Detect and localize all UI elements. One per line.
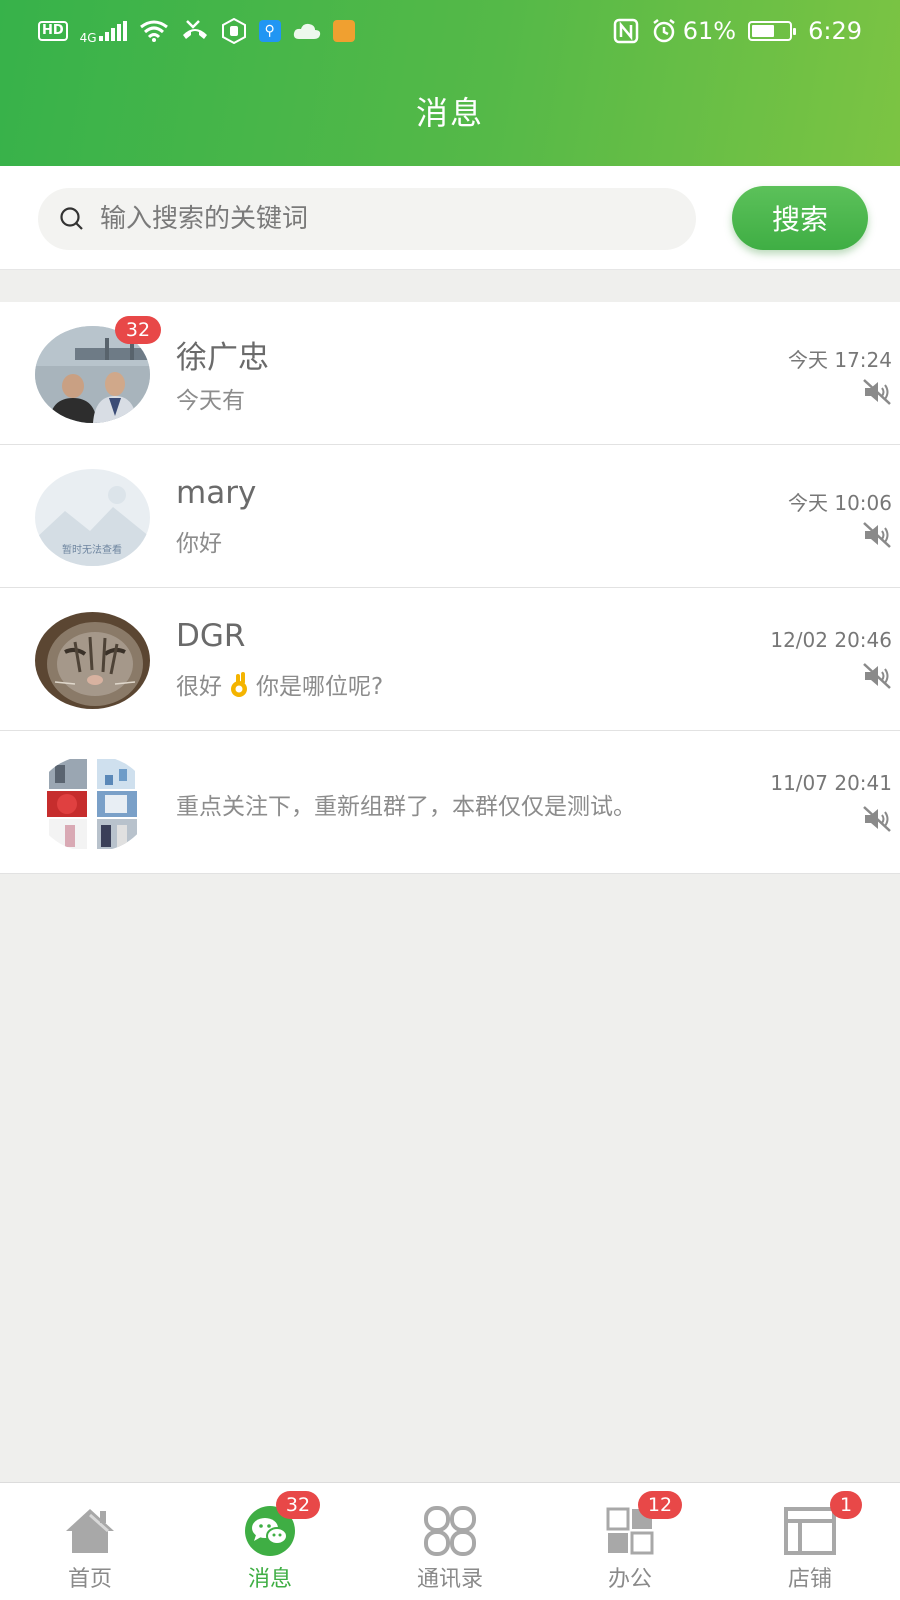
unread-badge: 32 [115, 316, 161, 344]
store-icon [784, 1507, 836, 1555]
preview-text: 很好 [176, 674, 222, 700]
conversation-time: 11/07 20:41 [770, 771, 892, 795]
conversation-preview: 重点关注下，重新组群了，本群仅仅是测试。 [176, 794, 636, 820]
search-app-notification-icon: ⚲ [258, 20, 281, 42]
battery-level-fill [752, 25, 775, 37]
ok-hand-emoji-icon [231, 672, 247, 697]
avatar-group-collage [35, 755, 150, 852]
search-field[interactable] [38, 188, 696, 250]
contacts-icon [424, 1506, 476, 1556]
mute-icon [863, 806, 891, 832]
search-button[interactable]: 搜索 [732, 186, 868, 250]
hd-indicator: HD [38, 21, 68, 41]
search-input[interactable] [100, 204, 660, 234]
hand-shield-icon [221, 18, 246, 44]
wifi-icon [139, 20, 168, 42]
conversation-name: DGR [176, 618, 246, 654]
missed-call-icon [182, 20, 207, 39]
battery-percent: 61% [682, 17, 737, 45]
cellular-signal-icon [98, 21, 127, 41]
bottom-tab-bar: 首页 消息 32 通讯录 办公 12 店铺 1 [0, 1482, 900, 1600]
conversation-preview: 你好 [176, 531, 222, 557]
tab-home[interactable]: 首页 [0, 1483, 180, 1600]
search-icon [60, 207, 83, 230]
conversation-list: 32 徐广忠 今天有 今天 17:24 暂时无法查看 mary 你好 今天 10… [0, 302, 900, 874]
preview-text: 你是哪位呢? [256, 674, 384, 700]
tab-label: 办公 [607, 1567, 652, 1592]
page-title: 消息 [415, 94, 484, 132]
conversation-item[interactable]: 32 徐广忠 今天有 今天 17:24 [0, 302, 900, 445]
app-header: HD 4G ⚲ 61% 6:29 消息 [0, 0, 900, 166]
package-notification-icon [332, 20, 355, 42]
tab-label: 店铺 [787, 1567, 832, 1592]
conversation-item[interactable]: 重点关注下，重新组群了，本群仅仅是测试。 11/07 20:41 [0, 731, 900, 874]
mute-icon [863, 522, 891, 548]
conversation-item[interactable]: DGR 很好 你是哪位呢? 12/02 20:46 [0, 588, 900, 731]
tab-badge: 12 [638, 1491, 682, 1519]
nfc-icon [613, 18, 638, 44]
status-bar: HD 4G ⚲ 61% 6:29 [0, 0, 900, 62]
avatar [35, 755, 150, 852]
cloud-icon [293, 23, 320, 39]
tab-badge: 1 [830, 1491, 862, 1519]
avatar-placeholder-image: 暂时无法查看 [35, 469, 150, 566]
avatar: 暂时无法查看 [35, 469, 150, 566]
mute-icon [863, 379, 891, 405]
tab-contacts[interactable]: 通讯录 [360, 1483, 540, 1600]
clock: 6:29 [808, 17, 862, 45]
avatar-photo-cat [35, 612, 150, 709]
status-bar-left: HD 4G ⚲ [38, 18, 355, 44]
avatar-caption: 暂时无法查看 [62, 543, 122, 556]
conversation-time: 12/02 20:46 [770, 628, 892, 652]
tab-messages[interactable]: 消息 32 [180, 1483, 360, 1600]
battery-icon [748, 21, 797, 41]
conversation-time: 今天 10:06 [788, 491, 892, 515]
status-bar-right: 61% 6:29 [613, 17, 862, 45]
network-type-label: 4G [79, 31, 97, 45]
conversation-item[interactable]: 暂时无法查看 mary 你好 今天 10:06 [0, 445, 900, 588]
avatar [35, 612, 150, 709]
conversation-name: 徐广忠 [176, 340, 269, 376]
tab-office[interactable]: 办公 12 [540, 1483, 720, 1600]
tab-store[interactable]: 店铺 1 [720, 1483, 900, 1600]
tab-label: 消息 [247, 1567, 292, 1592]
mute-icon [863, 663, 891, 689]
conversation-name: mary [176, 475, 257, 511]
tab-label: 通讯录 [416, 1567, 483, 1592]
conversation-preview: 今天有 [176, 388, 245, 414]
search-bar: 搜索 [0, 166, 900, 270]
tab-badge: 32 [276, 1491, 320, 1519]
conversation-preview: 很好 你是哪位呢? [176, 667, 383, 701]
home-icon [66, 1509, 114, 1553]
alarm-icon [653, 19, 675, 43]
conversation-time: 今天 17:24 [788, 348, 892, 372]
tab-label: 首页 [67, 1567, 112, 1592]
